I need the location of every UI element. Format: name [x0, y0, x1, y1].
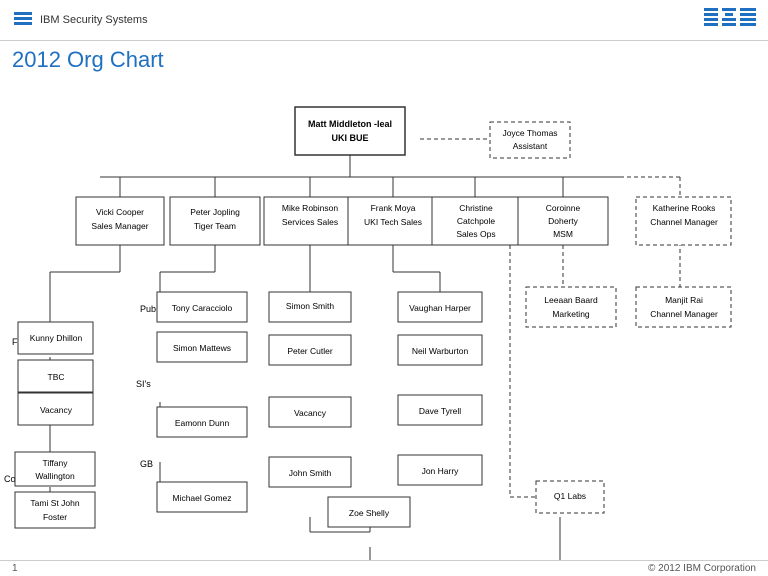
page-number: 1 [12, 563, 18, 574]
node-zoe: Zoe Shelly [328, 497, 410, 527]
svg-text:TBC: TBC [48, 372, 65, 382]
node-tbc: TBC [18, 360, 93, 392]
svg-text:Peter Cutler: Peter Cutler [287, 346, 333, 356]
pub-label: Pub [140, 304, 156, 314]
svg-text:Zoe Shelly: Zoe Shelly [349, 508, 390, 518]
node-leeaan: Leeaan Baard Marketing [526, 287, 616, 327]
page-title-container: 2012 Org Chart [0, 41, 768, 77]
node-dave: Dave Tyrell [398, 395, 482, 425]
svg-text:Michael Gomez: Michael Gomez [172, 493, 231, 503]
svg-text:Dave Tyrell: Dave Tyrell [419, 406, 461, 416]
svg-text:MSM: MSM [553, 229, 573, 239]
node-vacancy-mid: Vacancy [269, 397, 351, 427]
node-frank: Frank Moya UKI Tech Sales [348, 197, 438, 245]
svg-text:Services Sales: Services Sales [282, 217, 338, 227]
node-vacancy-fss: Vacancy [18, 393, 93, 425]
svg-text:Channel Manager: Channel Manager [650, 217, 718, 227]
node-coroinne: Coroinne Doherty MSM [518, 197, 608, 245]
svg-text:Manjit Rai: Manjit Rai [665, 295, 703, 305]
svg-text:Joyce Thomas: Joyce Thomas [502, 128, 557, 138]
svg-text:Christine: Christine [459, 203, 493, 213]
svg-text:Sales Ops: Sales Ops [456, 229, 495, 239]
svg-text:Assistant: Assistant [513, 141, 548, 151]
node-simon-m: Simon Mattews [157, 332, 247, 362]
svg-text:Neil Warburton: Neil Warburton [412, 346, 469, 356]
svg-text:Vacancy: Vacancy [294, 408, 327, 418]
node-tony: Tony Caracciolo [157, 292, 247, 322]
svg-text:Tiger Team: Tiger Team [194, 221, 236, 231]
node-neil: Neil Warburton [398, 335, 482, 365]
svg-text:UKI BUE: UKI BUE [331, 133, 368, 143]
svg-text:Eamonn Dunn: Eamonn Dunn [175, 418, 230, 428]
svg-text:Leeaan Baard: Leeaan Baard [544, 295, 598, 305]
svg-text:Channel Manager: Channel Manager [650, 309, 718, 319]
svg-text:UKI Tech Sales: UKI Tech Sales [364, 217, 422, 227]
svg-text:Peter Jopling: Peter Jopling [190, 207, 240, 217]
node-vaughan: Vaughan Harper [398, 292, 482, 322]
svg-text:Tami St John: Tami St John [30, 498, 79, 508]
node-q1labs: Q1 Labs [536, 481, 604, 513]
svg-text:Sales Manager: Sales Manager [91, 221, 148, 231]
svg-text:Tony Caracciolo: Tony Caracciolo [172, 303, 233, 313]
svg-text:Foster: Foster [43, 512, 67, 522]
node-michael: Michael Gomez [157, 482, 247, 512]
svg-text:John Smith: John Smith [289, 468, 332, 478]
svg-text:Wallington: Wallington [35, 471, 75, 481]
svg-text:Catchpole: Catchpole [457, 216, 496, 226]
node-peter-j: Peter Jopling Tiger Team [170, 197, 260, 245]
node-joyce: Joyce Thomas Assistant [490, 122, 570, 158]
svg-text:Coroinne: Coroinne [546, 203, 581, 213]
page-title: 2012 Org Chart [0, 41, 768, 77]
org-chart-svg: Matt Middleton -Ieal UKI BUE Joyce Thoma… [0, 77, 768, 573]
node-john-s: John Smith [269, 457, 351, 487]
node-tiffany: Tiffany Wallington [15, 452, 95, 486]
svg-text:Marketing: Marketing [552, 309, 590, 319]
svg-text:Q1 Labs: Q1 Labs [554, 491, 586, 501]
svg-text:Vacancy: Vacancy [40, 405, 73, 415]
node-jon: Jon Harry [398, 455, 482, 485]
gb-label: GB [140, 459, 153, 469]
svg-text:Matt Middleton -Ieal: Matt Middleton -Ieal [308, 119, 392, 129]
svg-text:Kunny Dhillon: Kunny Dhillon [30, 333, 83, 343]
node-tami: Tami St John Foster [15, 492, 95, 528]
node-matt: Matt Middleton -Ieal UKI BUE [295, 107, 405, 155]
node-katherine: Katherine Rooks Channel Manager [636, 197, 731, 245]
header-left: IBM Security Systems [12, 8, 148, 33]
ibm-logo-small [12, 8, 34, 33]
svg-text:Tiffany: Tiffany [42, 458, 68, 468]
node-eamonn: Eamonn Dunn [157, 407, 247, 437]
copyright: © 2012 IBM Corporation [648, 563, 756, 574]
svg-text:Simon Smith: Simon Smith [286, 301, 334, 311]
svg-text:Frank Moya: Frank Moya [371, 203, 416, 213]
node-simon-s: Simon Smith [269, 292, 351, 322]
node-vicki: Vicki Cooper Sales Manager [76, 197, 164, 245]
svg-text:Jon Harry: Jon Harry [422, 466, 460, 476]
svg-text:Doherty: Doherty [548, 216, 579, 226]
svg-text:Mike Robinson: Mike Robinson [282, 203, 338, 213]
node-kunny: Kunny Dhillon [18, 322, 93, 354]
company-name: IBM Security Systems [40, 14, 148, 26]
sis-label: SI's [136, 379, 151, 389]
svg-text:Katherine Rooks: Katherine Rooks [653, 203, 716, 213]
header: IBM Security Systems [0, 0, 768, 41]
node-manjit: Manjit Rai Channel Manager [636, 287, 731, 327]
svg-text:Vicki Cooper: Vicki Cooper [96, 207, 144, 217]
org-chart-area: Matt Middleton -Ieal UKI BUE Joyce Thoma… [0, 77, 768, 573]
svg-text:Simon Mattews: Simon Mattews [173, 343, 231, 353]
ibm-logo-big [704, 6, 756, 34]
svg-text:Vaughan Harper: Vaughan Harper [409, 303, 471, 313]
node-christine: Christine Catchpole Sales Ops [432, 197, 520, 245]
footer: 1 © 2012 IBM Corporation [0, 560, 768, 576]
node-peter-c: Peter Cutler [269, 335, 351, 365]
node-mike: Mike Robinson Services Sales [264, 197, 356, 245]
